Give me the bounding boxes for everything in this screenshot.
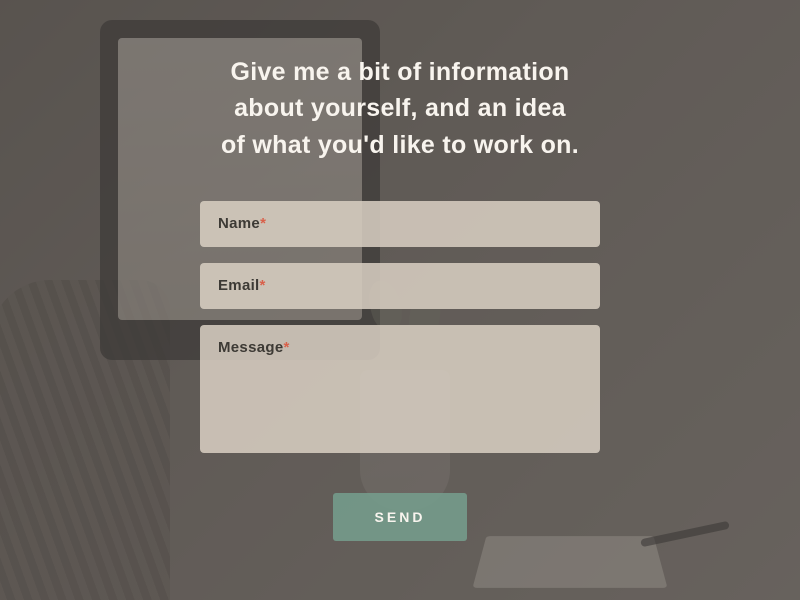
email-field-container: Email* [200,263,600,309]
contact-section: Give me a bit of information about yours… [0,0,800,600]
name-input[interactable] [200,201,600,247]
message-field-container: Message* [200,325,600,453]
section-heading: Give me a bit of information about yours… [221,54,579,163]
heading-line-3: of what you'd like to work on. [221,131,579,159]
email-input[interactable] [200,263,600,309]
heading-line-2: about yourself, and an idea [234,94,566,122]
message-textarea[interactable] [200,325,600,453]
heading-line-1: Give me a bit of information [230,58,569,86]
contact-form: Name* Email* Message* SEND [200,201,600,541]
send-button[interactable]: SEND [333,493,468,541]
name-field-container: Name* [200,201,600,247]
